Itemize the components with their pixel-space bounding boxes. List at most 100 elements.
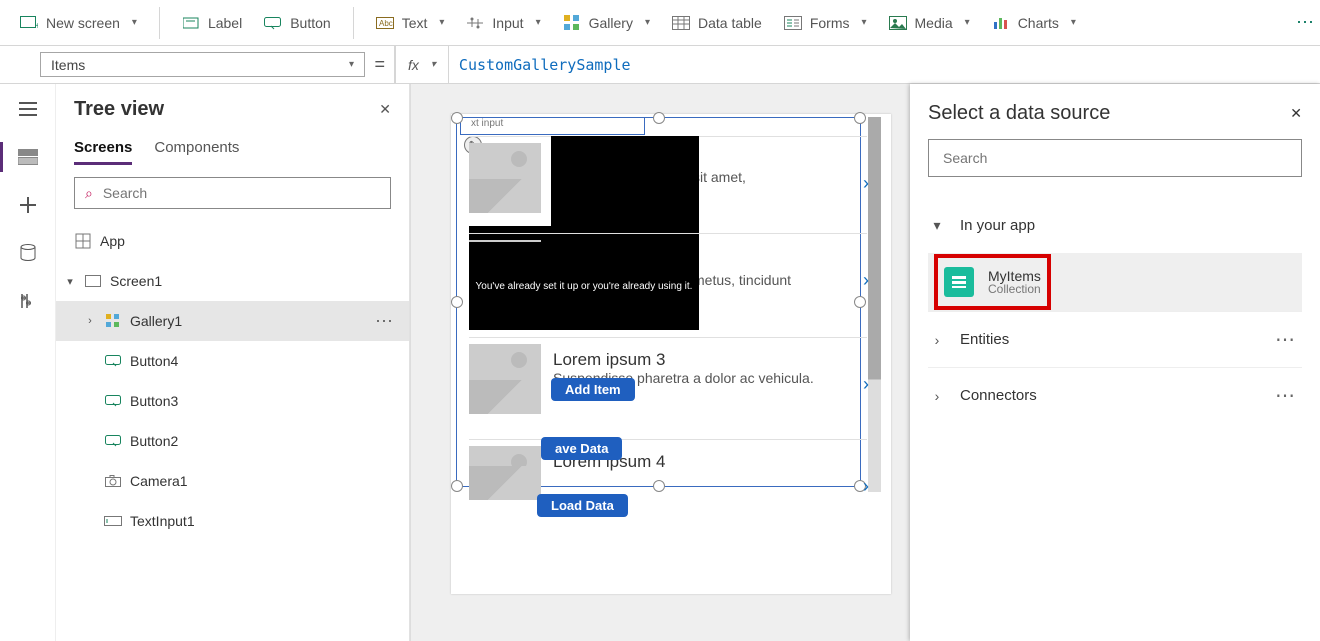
- tab-screens[interactable]: Screens: [74, 133, 132, 165]
- tree-view-rail-icon[interactable]: [15, 144, 41, 170]
- ds-title: Select a data source: [928, 102, 1110, 125]
- resize-handle[interactable]: [451, 480, 463, 492]
- close-icon[interactable]: ✕: [379, 101, 391, 118]
- insert-text-button[interactable]: Abc Text ▾: [366, 8, 455, 38]
- insert-forms-ol[interactable]: Forms ▾: [774, 8, 877, 38]
- button-icon: [104, 392, 122, 410]
- media-label: Media: [915, 15, 953, 31]
- ds-search-box[interactable]: [928, 139, 1302, 177]
- ds-section-connectors[interactable]: › Connectors ⋯: [928, 367, 1302, 423]
- overflow-icon[interactable]: ⋯: [1296, 12, 1314, 33]
- insert-gallery-button[interactable]: Gallery ▾: [553, 8, 660, 38]
- insert-label-button[interactable]: Label: [172, 8, 252, 38]
- gallery-icon: [563, 14, 581, 32]
- button-text: Button: [290, 15, 330, 31]
- tree-node-camera1[interactable]: Camera1: [56, 461, 409, 501]
- more-icon[interactable]: ⋯: [1275, 327, 1302, 352]
- save-data-button[interactable]: ave Data: [541, 437, 622, 460]
- tree-node-gallery1[interactable]: › Gallery1 ⋯: [56, 301, 409, 341]
- ds-item-type: Collection: [988, 282, 1041, 296]
- formula-input[interactable]: CustomGallerySample: [448, 46, 1320, 83]
- resize-handle[interactable]: [854, 112, 866, 124]
- svg-text:Abc: Abc: [379, 19, 393, 28]
- chevron-down-icon: ▾: [965, 17, 970, 28]
- tab-components[interactable]: Components: [154, 133, 239, 165]
- separator: [353, 7, 354, 39]
- text-icon: Abc: [376, 14, 394, 32]
- gallery-item[interactable]: Lorem ipsum 3 Suspendisse pharetra a dol…: [469, 337, 867, 429]
- insert-charts-button[interactable]: Charts ▾: [982, 8, 1086, 38]
- equals-icon: =: [365, 46, 395, 83]
- close-icon[interactable]: ✕: [1290, 105, 1302, 122]
- chevron-down-icon: ▾: [645, 17, 650, 28]
- data-rail-icon[interactable]: [15, 240, 41, 266]
- tree-node-textinput1[interactable]: TextInput1: [56, 501, 409, 541]
- insert-button-button[interactable]: Button: [254, 8, 340, 38]
- hamburger-icon[interactable]: [15, 96, 41, 122]
- overlay-text: You've already set it up or you're alrea…: [476, 281, 693, 292]
- separator: [159, 7, 160, 39]
- charts-label: Charts: [1018, 15, 1059, 31]
- tree-node-button3[interactable]: Button3: [56, 381, 409, 421]
- app-icon: [74, 232, 92, 250]
- resize-handle[interactable]: [451, 296, 463, 308]
- formula-bar: Items ▾ = fx ▾ CustomGallerySample: [0, 46, 1320, 84]
- text-label: Text: [402, 15, 428, 31]
- ds-section-entities[interactable]: › Entities ⋯: [928, 311, 1302, 367]
- workspace: Tree view ✕ Screens Components ⌕ App ▾ S…: [0, 84, 1320, 641]
- formula-value: CustomGallerySample: [459, 56, 631, 74]
- tree-node-app[interactable]: App: [56, 221, 409, 261]
- tree-node-button4[interactable]: Button4: [56, 341, 409, 381]
- charts-icon: [992, 14, 1010, 32]
- insert-datatable-button[interactable]: Data table: [662, 8, 772, 38]
- tree-search-input[interactable]: [101, 184, 380, 202]
- tree-node-screen1[interactable]: ▾ Screen1: [56, 261, 409, 301]
- chevron-down-icon[interactable]: ▾: [64, 275, 76, 288]
- chevron-down-icon: ▾: [132, 17, 137, 28]
- insert-input-button[interactable]: Input ▾: [456, 8, 550, 38]
- resize-handle[interactable]: [653, 112, 665, 124]
- tree-node-button2[interactable]: Button2: [56, 421, 409, 461]
- tree-view-panel: Tree view ✕ Screens Components ⌕ App ▾ S…: [56, 84, 410, 641]
- chevron-right-icon[interactable]: ›: [863, 270, 869, 291]
- ds-search-input[interactable]: [941, 149, 1289, 167]
- more-icon[interactable]: ⋯: [375, 318, 395, 324]
- resize-handle[interactable]: [451, 112, 463, 124]
- tree-list: App ▾ Screen1 › Gallery1 ⋯ Button4 Butto…: [56, 221, 409, 641]
- ds-section-in-your-app[interactable]: ▾ In your app: [928, 197, 1302, 253]
- more-icon[interactable]: ⋯: [1275, 383, 1302, 408]
- chevron-down-icon: ▾: [431, 59, 436, 70]
- tree-node-label: Screen1: [110, 273, 162, 289]
- data-source-panel: Select a data source ✕ ▾ In your app: [910, 84, 1320, 641]
- property-selector[interactable]: Items ▾: [40, 52, 365, 77]
- label-text: Label: [208, 15, 242, 31]
- insert-rail-icon[interactable]: [15, 192, 41, 218]
- tree-node-label: App: [100, 233, 125, 249]
- gallery-title: Lorem ipsum 3: [553, 350, 867, 370]
- tree-search-box[interactable]: ⌕: [74, 177, 391, 209]
- app-screen[interactable]: xt input ✎ Lorem ipsum 1 sit amet,: [451, 114, 891, 594]
- ds-item-myitems[interactable]: MyItems Collection: [928, 253, 1302, 311]
- new-screen-button[interactable]: + New screen ▾: [10, 8, 147, 38]
- image-placeholder-icon: [469, 446, 541, 500]
- chevron-right-icon[interactable]: ›: [84, 315, 96, 327]
- tree-node-label: Button2: [130, 433, 178, 449]
- button-icon: [264, 14, 282, 32]
- gallery-item[interactable]: Lorem ipsum 4 ›: [469, 439, 867, 499]
- add-item-button[interactable]: Add Item: [551, 378, 635, 401]
- tree-node-label: Button4: [130, 353, 178, 369]
- label-icon: [182, 14, 200, 32]
- forms-icon: [784, 14, 802, 32]
- chevron-right-icon[interactable]: ›: [863, 173, 869, 194]
- gallery-scrollbar[interactable]: [868, 117, 881, 492]
- advanced-tools-rail-icon[interactable]: [15, 288, 41, 314]
- chevron-right-icon[interactable]: ›: [863, 476, 869, 497]
- textinput-icon: [104, 512, 122, 530]
- fx-button[interactable]: fx ▾: [395, 46, 448, 83]
- new-screen-label: New screen: [46, 15, 120, 31]
- chevron-down-icon: ▾: [536, 17, 541, 28]
- search-icon: ⌕: [85, 185, 93, 202]
- chevron-right-icon[interactable]: ›: [863, 374, 869, 395]
- insert-media-button[interactable]: Media ▾: [879, 8, 980, 38]
- load-data-button[interactable]: Load Data: [537, 494, 628, 517]
